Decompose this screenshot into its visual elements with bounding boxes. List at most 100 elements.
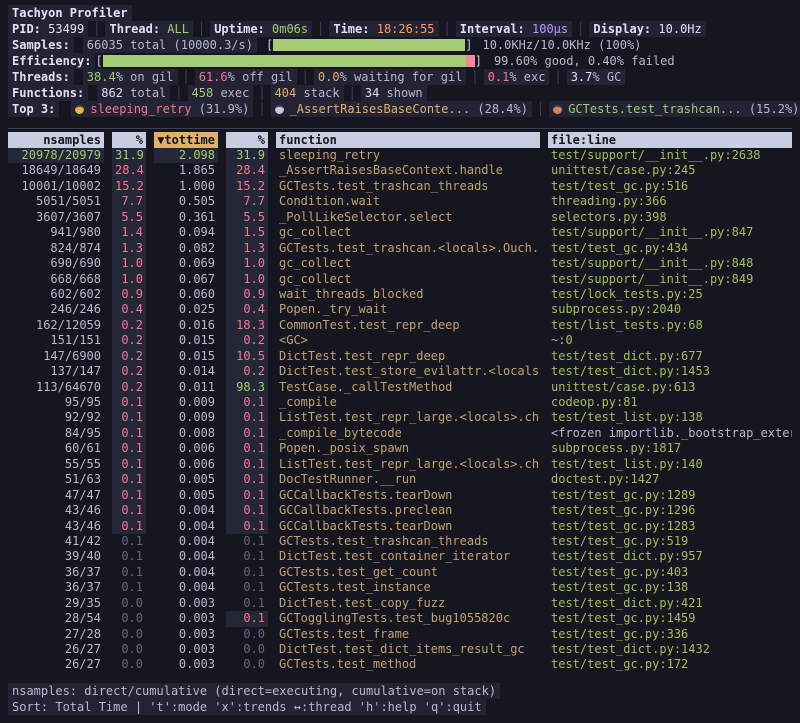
efficiency-line: Efficiency: [ ] 99.60% good, 0.40% faile… [8, 53, 792, 69]
nsamples-cell: 28/54 [8, 611, 104, 626]
table-row[interactable]: 162/120590.20.01618.3CommonTest.test_rep… [8, 318, 792, 333]
table-row[interactable]: 246/2460.40.0250.4Popen._try_waitsubproc… [8, 302, 792, 317]
cumulative-pct-cell: 0.1 [226, 472, 268, 487]
table-row[interactable]: 941/9801.40.0941.5gc_collecttest/support… [8, 225, 792, 240]
table-row[interactable]: 84/950.10.0080.1_compile_bytecode<frozen… [8, 426, 792, 441]
table-row[interactable]: 60/610.10.0060.1Popen._posix_spawnsubpro… [8, 441, 792, 456]
cumulative-pct-cell: 10.5 [226, 349, 268, 364]
table-row[interactable]: 113/646700.20.01198.3TestCase._callTestM… [8, 380, 792, 395]
tottime-cell: 0.009 [154, 395, 218, 410]
table-row[interactable]: 39/400.10.0040.1DictTest.test_container_… [8, 549, 792, 564]
table-row[interactable]: 602/6020.90.0600.9wait_threads_blockedte… [8, 287, 792, 302]
table-row[interactable]: 55/550.10.0060.1ListTest.test_repr_large… [8, 457, 792, 472]
function-cell: GCTests.test_method [276, 657, 540, 672]
file-line-cell: selectors.py:398 [548, 210, 792, 225]
top3-entry: GCTests.test_trashcan... (15.2%) [549, 101, 800, 117]
table-row[interactable]: 92/920.10.0090.1ListTest.test_repr_large… [8, 410, 792, 425]
thread-stat-desc: % waiting for gil [340, 69, 463, 85]
nsamples-cell: 824/874 [8, 241, 104, 256]
status-segment: Display: 10.0Hz [589, 21, 705, 37]
function-cell: DocTestRunner.__run [276, 472, 540, 487]
top3-percentage: (15.2%) [749, 101, 800, 117]
table-row[interactable]: 28/540.00.0030.1GCTogglingTests.test_bug… [8, 611, 792, 626]
direct-pct-cell: 0.1 [112, 457, 146, 472]
status-segment: Thread: ALL [105, 21, 192, 37]
status-segment: PID: 53499 [8, 21, 88, 37]
direct-pct-cell: 0.0 [112, 642, 146, 657]
efficiency-bar-good-fill [103, 55, 466, 67]
tottime-cell: 0.505 [154, 194, 218, 209]
tottime-cell: 0.016 [154, 318, 218, 333]
table-row[interactable]: 147/69000.20.01510.5DictTest.test_repr_d… [8, 349, 792, 364]
table-row[interactable]: 26/270.00.0030.0GCTests.test_methodtest/… [8, 657, 792, 672]
column-header-tottime[interactable]: ▼tottime [154, 132, 218, 148]
top3-entries: sleeping_retry (31.9%)│_AssertRaisesBase… [71, 101, 800, 117]
function-stat-desc: stack [296, 85, 339, 101]
direct-pct-cell: 7.7 [112, 194, 146, 209]
table-row[interactable]: 3607/36075.50.3615.5_PollLikeSelector.se… [8, 210, 792, 225]
tottime-cell: 0.094 [154, 225, 218, 240]
nsamples-cell: 29/35 [8, 596, 104, 611]
cumulative-pct-cell: 0.1 [226, 488, 268, 503]
function-cell: Popen._posix_spawn [276, 441, 540, 456]
column-header-fileline[interactable]: file:line [548, 132, 792, 148]
table-row[interactable]: 36/370.10.0040.1GCTests.test_instancetes… [8, 580, 792, 595]
nsamples-cell: 20978/20979 [8, 148, 104, 163]
cumulative-pct-cell: 0.1 [226, 565, 268, 580]
cumulative-pct-cell: 0.1 [226, 410, 268, 425]
cumulative-pct-cell: 0.1 [226, 441, 268, 456]
file-line-cell: test/support/__init__.py:849 [548, 272, 792, 287]
file-line-cell: doctest.py:1427 [548, 472, 792, 487]
file-line-cell: threading.py:366 [548, 194, 792, 209]
table-row[interactable]: 18649/1864928.41.86528.4_AssertRaisesBas… [8, 163, 792, 178]
table-row[interactable]: 36/370.10.0040.1GCTests.test_get_countte… [8, 565, 792, 580]
file-line-cell: test/test_gc.py:138 [548, 580, 792, 595]
function-cell: wait_threads_blocked [276, 287, 540, 302]
table-row[interactable]: 5051/50517.70.5057.7Condition.waitthread… [8, 194, 792, 209]
column-header-[interactable]: % [226, 132, 268, 148]
table-row[interactable]: 43/460.10.0040.1GCCallbackTests.preclean… [8, 503, 792, 518]
file-line-cell: test/test_gc.py:1289 [548, 488, 792, 503]
thread-stat-value: 0.1 [488, 69, 510, 85]
table-row[interactable]: 51/630.10.0050.1DocTestRunner.__rundocte… [8, 472, 792, 487]
cumulative-pct-cell: 0.0 [226, 642, 268, 657]
table-row[interactable]: 824/8741.30.0821.3GCTests.test_trashcan.… [8, 241, 792, 256]
column-header-[interactable]: % [112, 132, 146, 148]
function-cell: DictTest.test_copy_fuzz [276, 596, 540, 611]
table-row[interactable]: 690/6901.00.0691.0gc_collecttest/support… [8, 256, 792, 271]
table-row[interactable]: 20978/2097931.92.09831.9sleeping_retryte… [8, 148, 792, 163]
top3-function-name: _AssertRaisesBaseConte... [290, 101, 478, 117]
direct-pct-cell: 0.1 [112, 395, 146, 410]
direct-pct-cell: 0.1 [112, 410, 146, 425]
cumulative-pct-cell: 1.0 [226, 272, 268, 287]
column-header-function[interactable]: function [276, 132, 540, 148]
table-row[interactable]: 151/1510.20.0150.2<GC>~:0 [8, 333, 792, 348]
direct-pct-cell: 0.0 [112, 627, 146, 642]
file-line-cell: test/test_gc.py:516 [548, 179, 792, 194]
table-row[interactable]: 137/1470.20.0140.2DictTest.test_store_ev… [8, 364, 792, 379]
tottime-cell: 0.005 [154, 488, 218, 503]
function-cell: DictTest.test_container_iterator [276, 549, 540, 564]
thread-stat-desc: % on gil [116, 69, 174, 85]
file-line-cell: test/test_gc.py:1283 [548, 519, 792, 534]
direct-pct-cell: 0.1 [112, 472, 146, 487]
table-row[interactable]: 668/6681.00.0671.0gc_collecttest/support… [8, 272, 792, 287]
status-segment-value: 10.0Hz [658, 21, 701, 37]
table-row[interactable]: 47/470.10.0050.1GCCallbackTests.tearDown… [8, 488, 792, 503]
table-row[interactable]: 27/280.00.0030.0GCTests.test_frametest/t… [8, 627, 792, 642]
nsamples-cell: 3607/3607 [8, 210, 104, 225]
column-header-nsamples[interactable]: nsamples [8, 132, 104, 148]
thread-stat-desc: % GC [592, 69, 621, 85]
cumulative-pct-cell: 0.1 [226, 519, 268, 534]
function-cell: _PollLikeSelector.select [276, 210, 540, 225]
direct-pct-cell: 15.2 [112, 179, 146, 194]
table-row[interactable]: 26/270.00.0030.0DictTest.test_dict_items… [8, 642, 792, 657]
table-row[interactable]: 10001/1000215.21.00015.2GCTests.test_tra… [8, 179, 792, 194]
efficiency-label: Efficiency: [8, 53, 95, 69]
table-row[interactable]: 41/420.10.0040.1GCTests.test_trashcan_th… [8, 534, 792, 549]
table-row[interactable]: 95/950.10.0090.1_compilecodeop.py:81 [8, 395, 792, 410]
cumulative-pct-cell: 5.5 [226, 210, 268, 225]
table-row[interactable]: 29/350.00.0030.1DictTest.test_copy_fuzzt… [8, 596, 792, 611]
table-row[interactable]: 43/460.10.0040.1GCCallbackTests.tearDown… [8, 519, 792, 534]
direct-pct-cell: 0.9 [112, 287, 146, 302]
